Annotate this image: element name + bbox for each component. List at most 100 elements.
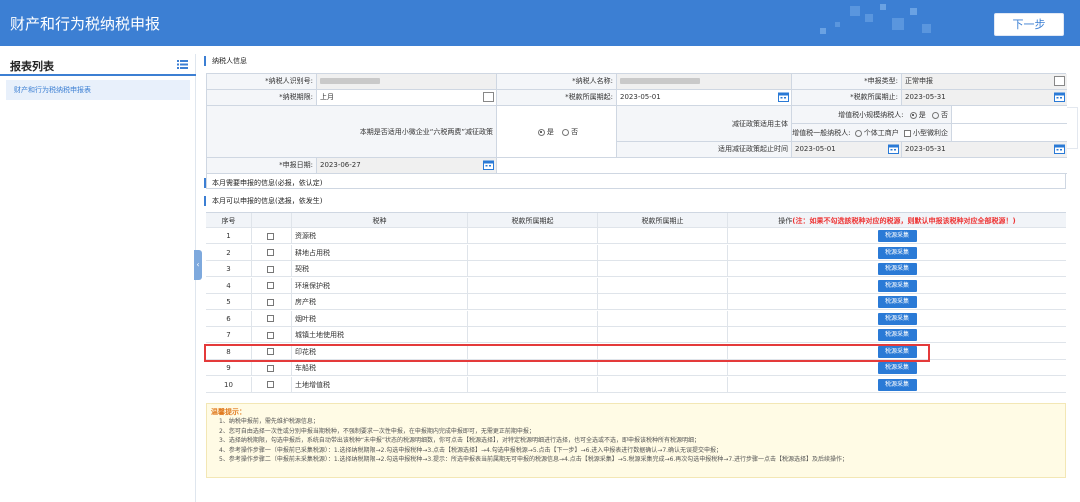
row-period-start (468, 228, 598, 244)
tips-box: 温馨提示： 1、纳税申报前，需先维护税源信息； 2、您可自由选择一次性或分别申报… (206, 403, 1066, 478)
row-checkbox[interactable] (267, 315, 274, 322)
row-checkbox-cell (252, 261, 292, 277)
tips-title: 温馨提示： (211, 408, 246, 416)
policy-radio-group[interactable]: 是 否 (497, 106, 617, 158)
row-checkbox[interactable] (267, 249, 274, 256)
small-micro-enterprise-checkbox[interactable] (904, 129, 911, 137)
source-collect-button[interactable]: 税源采集 (877, 312, 917, 325)
general-vat-row: 增值税一般纳税人: 个体工商户 小型微利企业 (792, 124, 952, 155)
period-end-label: *税款所属期止: (792, 90, 902, 106)
source-collect-button[interactable]: 税源采集 (877, 329, 917, 341)
policy-no-radio[interactable] (562, 128, 570, 136)
row-checkbox-cell (252, 244, 292, 261)
taxpayer-section-title: 纳税人信息 (204, 56, 247, 66)
calendar-icon[interactable] (778, 92, 789, 102)
source-collect-button[interactable]: 税源采集 (877, 362, 917, 374)
col-start-header: 税款所属期起 (468, 213, 598, 229)
decl-type-label: *申报类型: (792, 74, 902, 90)
period-end-field[interactable]: 2023-05-31 (902, 90, 1067, 106)
col-check-header (252, 213, 292, 229)
general-vat-empty (952, 124, 1067, 142)
header-decoration (820, 4, 931, 34)
row-checkbox[interactable] (267, 331, 274, 339)
row-checkbox-cell (252, 327, 292, 343)
operation-note: (注：如果不勾选該税种对应的税源，则默认申报该税种对应全部税源！) (792, 217, 1016, 225)
policy-yes-radio[interactable] (537, 128, 545, 136)
policy-start-field[interactable]: 2023-05-01 (792, 142, 902, 158)
table-header-row: 序号 税种 税款所属期起 税款所属期止 操作(注：如果不勾选該税种对应的税源，则… (206, 212, 1066, 229)
row-checkbox[interactable] (267, 298, 274, 306)
policy-question-label: 本期是否适用小微企业“六税两费”减征政策 (207, 106, 497, 158)
app-header: 财产和行为税纳税申报 下一步 (0, 0, 1080, 46)
row-checkbox[interactable] (267, 232, 274, 240)
decl-type-select[interactable]: 正常申报 (902, 74, 1067, 90)
taxpayer-name-field (617, 74, 792, 90)
row-tax-name: 耕地占用税 (292, 244, 468, 261)
source-collect-button[interactable]: 税源采集 (877, 279, 917, 292)
next-step-button[interactable]: 下一步 (994, 13, 1064, 36)
operation-label: 操作 (778, 217, 793, 225)
small-vat-empty (952, 106, 1067, 124)
period-start-label: *税款所属期起: (497, 90, 617, 106)
row-period-end (598, 310, 728, 327)
row-period-end (598, 327, 728, 343)
source-collect-button[interactable]: 税源采集 (877, 263, 917, 275)
row-operation: 税源采集 (728, 261, 1066, 277)
source-collect-button[interactable]: 税源采集 (877, 296, 917, 308)
table-row: 7 城镇土地使用税 税源采集 (206, 327, 1066, 343)
source-collect-button[interactable]: 税源采集 (877, 246, 917, 259)
table-row: 3 契税 税源采集 (206, 261, 1066, 277)
small-vat-no-radio[interactable] (932, 111, 939, 119)
row-period-start (468, 244, 598, 261)
row-tax-name: 房产税 (292, 294, 468, 310)
calendar-icon[interactable] (888, 144, 899, 154)
tip-line-2: 2、您可自由选择一次性或分别申报当期税种，不强制要求一次性申报，在申报期内完成申… (219, 427, 535, 435)
row-period-start (468, 360, 598, 376)
calendar-icon[interactable] (483, 160, 494, 170)
small-vat-yes-radio[interactable] (909, 111, 917, 119)
table-row: 4 环境保护税 税源采集 (206, 277, 1066, 294)
row-checkbox[interactable] (267, 265, 274, 273)
sidebar-collapse-toggle[interactable]: ‹ (194, 250, 202, 280)
row-period-end (598, 261, 728, 277)
calendar-icon[interactable] (1054, 144, 1065, 154)
decl-date-row-empty (497, 158, 1067, 174)
row-checkbox[interactable] (267, 282, 274, 289)
row-index: 1 (206, 228, 252, 244)
row-checkbox[interactable] (267, 381, 274, 388)
taxpayer-id-field (317, 74, 497, 90)
row-period-end (598, 376, 728, 393)
row-period-end (598, 244, 728, 261)
tip-line-1: 1、纳税申报前，需先维护税源信息； (219, 418, 319, 425)
subject-label: 减征政策适用主体 (617, 106, 792, 142)
decl-date-field[interactable]: 2023-06-27 (317, 158, 497, 174)
list-icon[interactable] (177, 60, 188, 69)
row-operation: 税源采集 (728, 278, 1066, 294)
policy-end-field[interactable]: 2023-05-31 (902, 142, 1067, 158)
table-row: 9 车船税 税源采集 (206, 360, 1066, 376)
redacted-value (620, 78, 700, 84)
tip-line-5: 5、参考操作步骤二（申报前未采集税源）：1.选择纳税期限→2.勾选申报税种→3.… (219, 456, 849, 463)
row-tax-name: 环境保护税 (292, 277, 468, 294)
row-checkbox-cell (252, 228, 292, 244)
individual-business-radio[interactable] (854, 129, 862, 137)
row-operation: 税源采集 (728, 377, 1066, 393)
row-checkbox[interactable] (267, 364, 274, 372)
calendar-icon[interactable] (1054, 92, 1065, 102)
tip-line-3: 3、选择纳税期限，勾选申报后，系统自动带出该税种“未申报”状态的税源明细数，你可… (219, 437, 701, 444)
period-start-field[interactable]: 2023-05-01 (617, 90, 792, 106)
sidebar-item-property-tax-report[interactable]: 财产和行为税纳税申报表 (6, 80, 190, 100)
source-collect-button[interactable]: 税源采集 (877, 230, 917, 242)
row-index: 5 (206, 294, 252, 310)
main-content: 纳税人信息 *纳税人识别号: *纳税人名称: *申报类型: 正常申报 *纳税期限… (204, 54, 1080, 502)
row-operation: 税源采集 (728, 311, 1066, 327)
sidebar-title: 报表列表 (10, 60, 54, 73)
row-period-end (598, 277, 728, 294)
small-vat-row: 增值税小规模纳税人: 是 否 (792, 106, 952, 124)
row-period-start (468, 294, 598, 310)
source-collect-button[interactable]: 税源采集 (877, 378, 917, 391)
row-tax-name: 契税 (292, 261, 468, 277)
tip-line-4: 4、参考操作步骤一（申报前已采集税源）：1.选择纳税期限→2.勾选申报税种→3.… (219, 446, 723, 454)
row-operation: 税源采集 (728, 245, 1066, 261)
period-select[interactable]: 上月 (317, 90, 497, 106)
